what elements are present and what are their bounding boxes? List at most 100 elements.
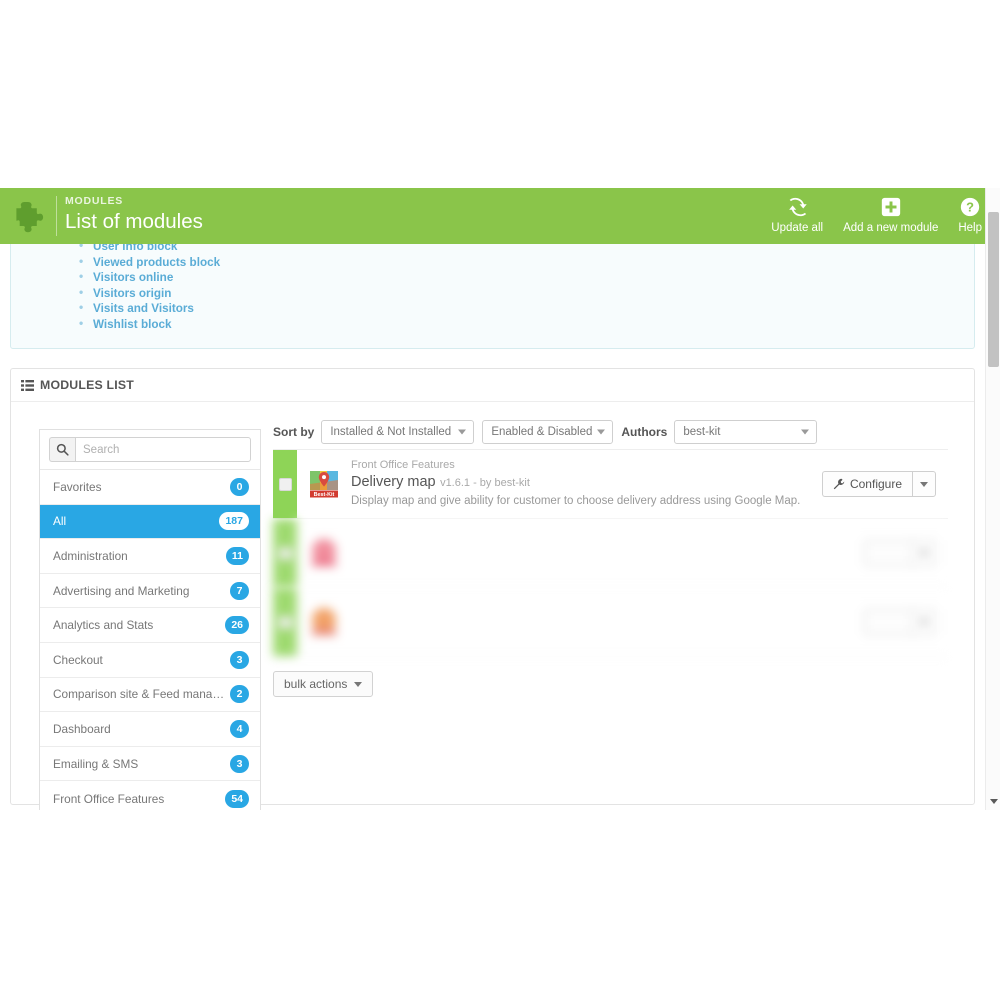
list-item[interactable]: Wishlist block <box>79 316 220 333</box>
category-label: Checkout <box>53 652 103 667</box>
category-count: 187 <box>219 512 249 531</box>
category-label: Dashboard <box>53 721 111 736</box>
authors-label: Authors <box>621 424 668 439</box>
chevron-down-icon <box>354 681 363 687</box>
vertical-scrollbar[interactable] <box>985 188 1000 810</box>
configure-dropdown-toggle[interactable] <box>912 609 936 635</box>
enabled-filter-select[interactable]: Enabled & Disabled <box>482 419 614 444</box>
module-select-checkbox[interactable] <box>278 615 292 629</box>
search-input[interactable] <box>75 437 251 462</box>
search-group <box>49 437 251 462</box>
category-label: Administration <box>53 548 128 563</box>
sidebar-item-dashboard[interactable]: Dashboard 4 <box>40 712 260 747</box>
scroll-down-arrow-icon[interactable] <box>986 794 1000 808</box>
module-links-info-panel: User info block Viewed products block Vi… <box>10 234 975 349</box>
category-sidebar: Favorites 0 All 187 Administration 11 Ad… <box>39 429 261 810</box>
authors-filter-value: best-kit <box>683 425 721 438</box>
module-description: Display map and give ability for custome… <box>351 495 801 507</box>
modules-content: Sort by Installed & Not Installed Enable… <box>273 416 948 697</box>
sidebar-item-analytics-and-stats[interactable]: Analytics and Stats 26 <box>40 608 260 643</box>
bulk-actions-button[interactable]: bulk actions <box>273 671 374 697</box>
panel-title: MODULES LIST <box>40 378 134 392</box>
sidebar-item-emailing-and-sms[interactable]: Emailing & SMS 3 <box>40 747 260 782</box>
puzzle-piece-icon <box>10 194 54 238</box>
module-actions: Configure <box>821 450 948 518</box>
chevron-down-icon <box>458 429 467 434</box>
module-link-label: Visitors origin <box>93 286 172 300</box>
list-icon <box>21 379 34 391</box>
table-row[interactable] <box>273 519 948 588</box>
authors-filter-select[interactable]: best-kit <box>674 419 818 444</box>
page-title: List of modules <box>65 210 203 233</box>
update-all-label: Update all <box>771 222 824 234</box>
module-category <box>351 527 858 542</box>
help-label: Help <box>958 222 982 234</box>
question-circle-icon: ? <box>959 194 981 220</box>
module-link-label: Visitors online <box>93 271 174 285</box>
sidebar-item-front-office-features[interactable]: Front Office Features 54 <box>40 781 260 810</box>
chevron-down-icon <box>920 481 928 487</box>
panel-body: Favorites 0 All 187 Administration 11 Ad… <box>11 402 974 810</box>
breadcrumb: MODULES <box>65 195 124 207</box>
filter-bar: Sort by Installed & Not Installed Enable… <box>273 416 948 450</box>
configure-dropdown-toggle[interactable] <box>912 471 936 497</box>
sidebar-item-all[interactable]: All 187 <box>40 504 260 540</box>
sidebar-item-comparison-site-and-feed-management[interactable]: Comparison site & Feed manage... 2 <box>40 678 260 713</box>
module-version: v1.6.1 - by best-kit <box>440 477 530 489</box>
update-all-button[interactable]: Update all <box>761 191 833 235</box>
module-icon <box>297 588 351 656</box>
module-actions <box>864 588 948 656</box>
configure-button[interactable] <box>864 609 912 635</box>
wrench-icon <box>833 478 845 490</box>
list-item[interactable]: Visitors online <box>79 269 220 286</box>
category-label: Advertising and Marketing <box>53 583 190 598</box>
configure-button[interactable]: Configure <box>821 471 912 497</box>
category-count: 3 <box>230 754 249 773</box>
browser-viewport: User info block Viewed products block Vi… <box>0 188 1000 810</box>
header-actions: Update all Add a new module ? Help <box>761 191 992 235</box>
add-new-module-button[interactable]: Add a new module <box>833 191 948 235</box>
category-label: Analytics and Stats <box>53 618 154 633</box>
table-row[interactable] <box>273 588 948 657</box>
bulk-actions-label: bulk actions <box>284 677 348 691</box>
module-link-label: Viewed products block <box>93 255 221 269</box>
list-item[interactable]: Viewed products block <box>79 254 221 271</box>
category-count: 2 <box>230 685 249 704</box>
module-icon <box>297 519 351 587</box>
sidebar-item-administration[interactable]: Administration 11 <box>40 539 260 574</box>
list-item[interactable]: Visitors origin <box>79 285 220 302</box>
module-description <box>351 631 858 648</box>
module-name <box>351 612 399 628</box>
module-select-checkbox[interactable] <box>278 546 292 560</box>
screenshot-root: User info block Viewed products block Vi… <box>0 0 1000 1000</box>
category-label: Emailing & SMS <box>53 756 139 771</box>
category-label: All <box>53 514 67 529</box>
configure-label: Configure <box>849 477 902 491</box>
module-select-checkbox[interactable] <box>278 477 292 491</box>
module-category <box>351 596 858 611</box>
enabled-filter-value: Enabled & Disabled <box>491 425 593 438</box>
chevron-down-icon <box>801 429 810 434</box>
sidebar-item-favorites[interactable]: Favorites 0 <box>40 470 260 505</box>
category-count: 26 <box>225 616 249 635</box>
category-count: 4 <box>230 719 249 738</box>
svg-text:Best-Kit: Best-Kit <box>314 492 335 498</box>
module-info: Front Office Features Delivery map v1.6.… <box>351 450 822 518</box>
sidebar-item-advertising-and-marketing[interactable]: Advertising and Marketing 7 <box>40 574 260 609</box>
search-icon[interactable] <box>49 437 75 462</box>
category-label: Front Office Features <box>53 791 165 806</box>
table-row[interactable]: Best-Kit Front Office Features Delivery … <box>273 450 948 519</box>
installed-filter-value: Installed & Not Installed <box>330 425 452 438</box>
module-link-label: Visits and Visitors <box>93 302 194 316</box>
sidebar-item-checkout[interactable]: Checkout 3 <box>40 643 260 678</box>
module-links-list: User info block Viewed products block Vi… <box>79 238 221 333</box>
scrollbar-thumb[interactable] <box>988 212 999 367</box>
configure-button[interactable] <box>864 540 912 566</box>
configure-dropdown-toggle[interactable] <box>912 540 936 566</box>
module-version <box>400 546 428 558</box>
list-item[interactable]: Visits and Visitors <box>79 300 220 317</box>
category-label: Favorites <box>53 479 102 494</box>
category-count: 7 <box>230 581 249 600</box>
module-version <box>404 615 425 627</box>
installed-filter-select[interactable]: Installed & Not Installed <box>321 419 475 444</box>
